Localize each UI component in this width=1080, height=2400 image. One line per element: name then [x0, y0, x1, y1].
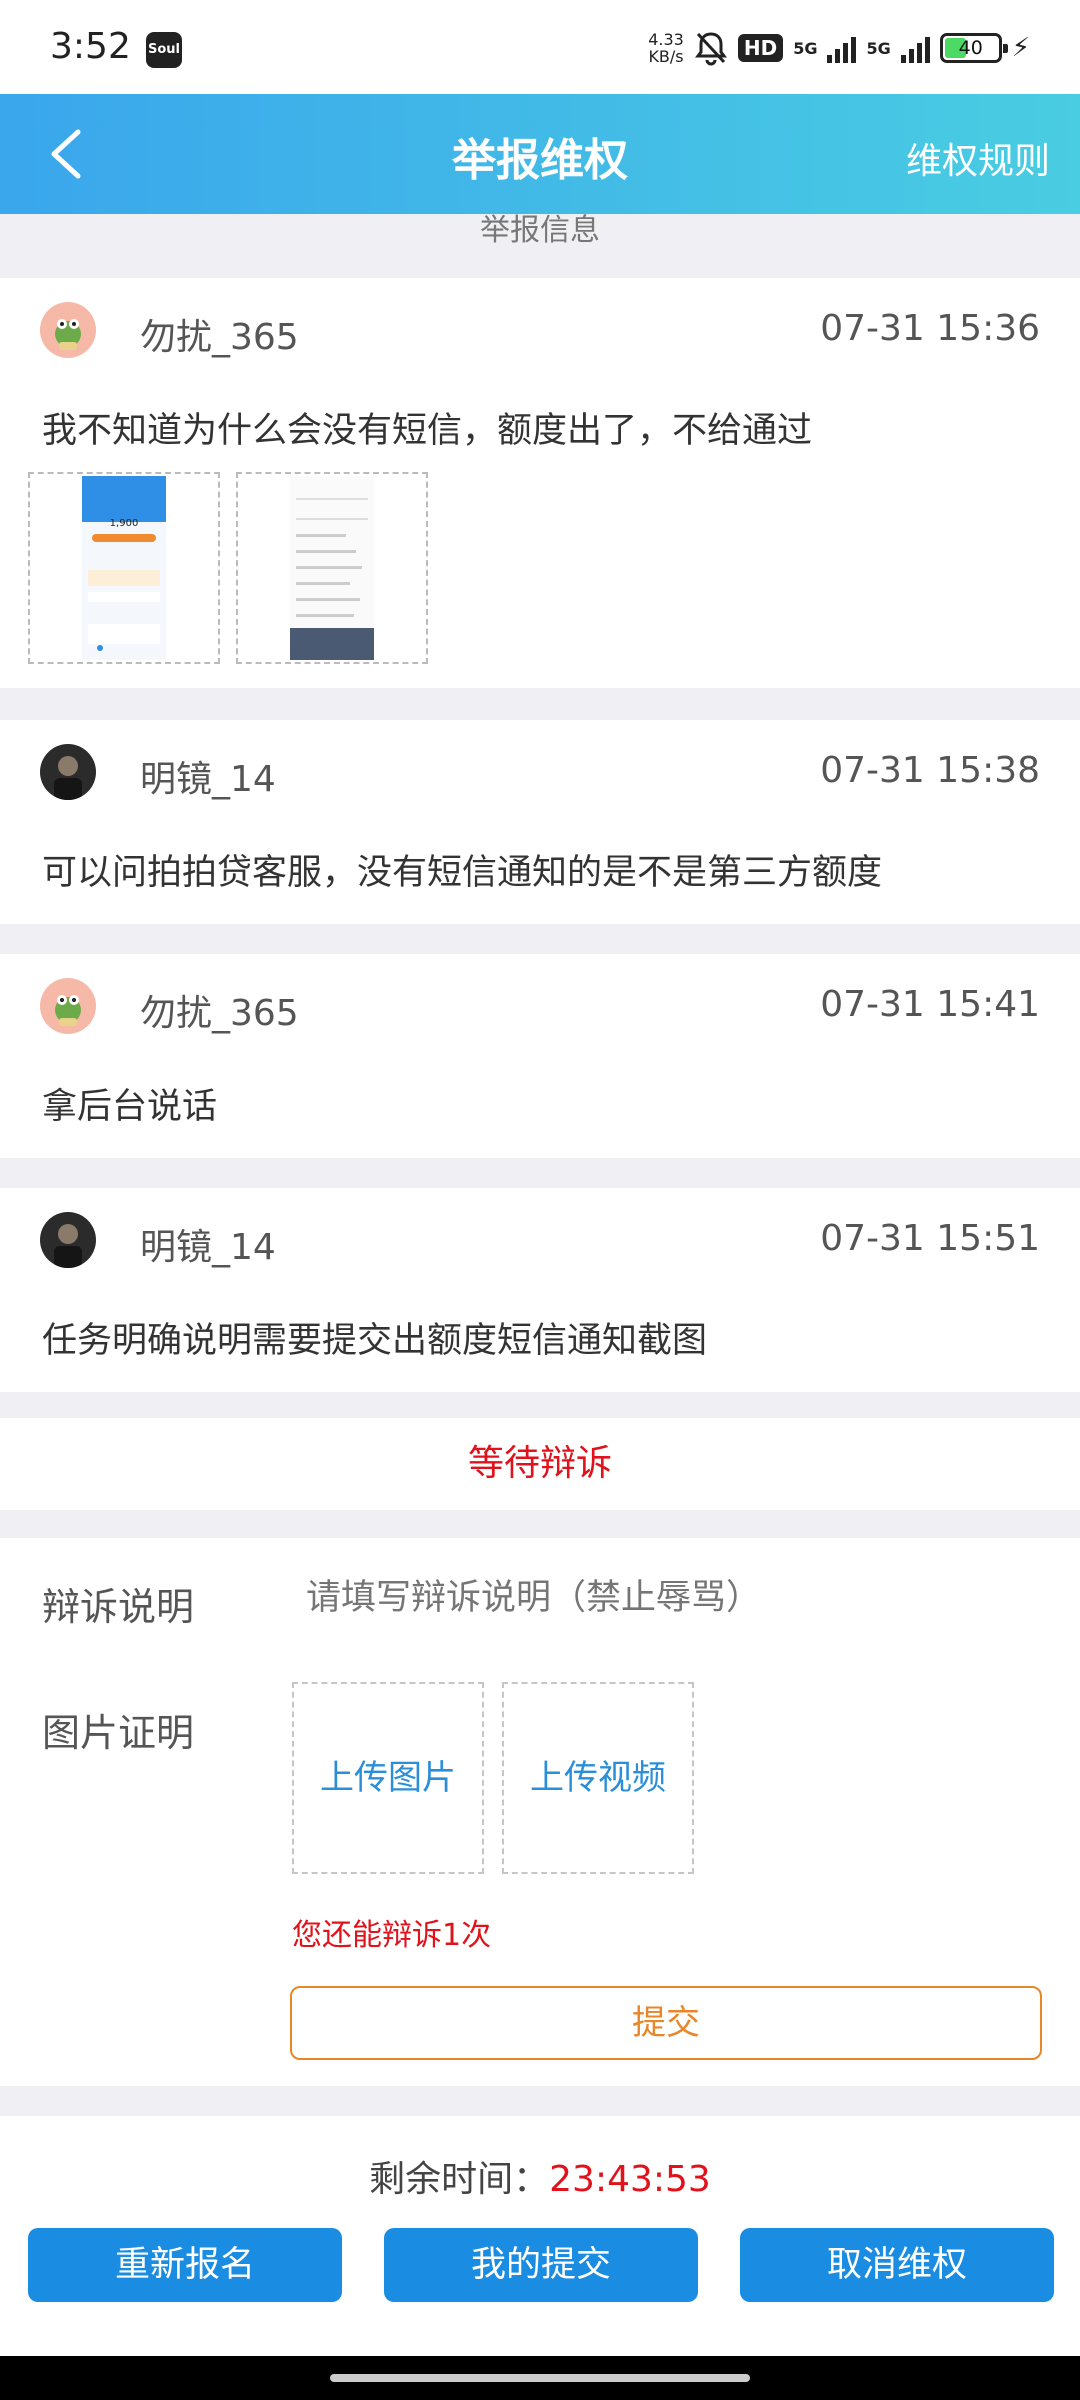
username: 勿扰_365 [140, 317, 299, 358]
my-submission-button[interactable]: 我的提交 [384, 2228, 698, 2302]
message-time: 07-31 15:38 [820, 750, 1040, 791]
signal-bars-icon-2 [900, 33, 930, 63]
message-text: 任务明确说明需要提交出额度短信通知截图 [42, 1321, 708, 1361]
username: 明镜_14 [140, 1227, 276, 1268]
soul-app-icon: Soul [146, 32, 182, 68]
upload-video-button[interactable]: 上传视频 [502, 1682, 694, 1874]
status-icons: 4.33 KB/s HD 5G 5G 40 ⚡ [648, 28, 1030, 68]
screenshot-thumbnail-2[interactable] [236, 472, 428, 664]
signal-bars-icon [827, 33, 857, 63]
message-text: 我不知道为什么会没有短信，额度出了，不给通过 [42, 411, 813, 451]
footer-actions: 剩余时间：23:43:53 重新报名 我的提交 取消维权 [0, 2116, 1080, 2356]
username: 勿扰_365 [140, 993, 299, 1034]
remaining-attempts: 您还能辩诉1次 [292, 1918, 492, 1953]
rules-link[interactable]: 维权规则 [906, 132, 1050, 184]
app-header: 举报维权 维权规则 [0, 94, 1080, 214]
status-time: 3:52 [50, 26, 131, 67]
message-text: 拿后台说话 [42, 1087, 218, 1127]
message-card: 勿扰_365 07-31 15:36 我不知道为什么会没有短信，额度出了，不给通… [0, 278, 1080, 688]
battery-icon: 40 [939, 33, 1008, 63]
appeal-input[interactable] [306, 1578, 1046, 1618]
proof-label: 图片证明 [42, 1711, 195, 1755]
frog-avatar[interactable] [40, 978, 96, 1034]
timer-value: 23:43:53 [549, 2159, 711, 2200]
cancel-claim-button[interactable]: 取消维权 [740, 2228, 1054, 2302]
message-text: 可以问拍拍贷客服，没有短信通知的是不是第三方额度 [42, 853, 883, 893]
message-card: 明镜_14 07-31 15:51 任务明确说明需要提交出额度短信通知截图 [0, 1188, 1080, 1392]
status-banner: 等待辩诉 [0, 1418, 1080, 1510]
dark-avatar[interactable] [40, 1212, 96, 1268]
dark-avatar[interactable] [40, 744, 96, 800]
section-label: 举报信息 [0, 214, 1080, 276]
username: 明镜_14 [140, 759, 276, 800]
submit-button[interactable]: 提交 [290, 1986, 1042, 2060]
upload-image-button[interactable]: 上传图片 [292, 1682, 484, 1874]
charging-icon: ⚡ [1011, 33, 1030, 63]
message-card: 勿扰_365 07-31 15:41 拿后台说话 [0, 954, 1080, 1158]
home-indicator[interactable] [330, 2374, 750, 2382]
network-type-2: 5G [866, 38, 891, 58]
message-card: 明镜_14 07-31 15:38 可以问拍拍贷客服，没有短信通知的是不是第三方… [0, 720, 1080, 924]
network-type-1: 5G [793, 38, 818, 58]
svg-text:1,900: 1,900 [110, 518, 139, 529]
status-bar: 3:52 Soul 4.33 KB/s HD 5G 5G 40 ⚡ [0, 0, 1080, 94]
frog-avatar[interactable] [40, 302, 96, 358]
message-time: 07-31 15:36 [820, 308, 1040, 349]
hd-voice-icon: HD [737, 34, 784, 62]
reapply-button[interactable]: 重新报名 [28, 2228, 342, 2302]
screenshot-thumbnail-1[interactable]: 1,900 [28, 472, 220, 664]
appeal-label: 辩诉说明 [42, 1585, 195, 1629]
countdown: 剩余时间：23:43:53 [0, 2150, 1080, 2202]
bell-muted-icon [694, 32, 727, 66]
appeal-form: 辩诉说明 图片证明 上传图片 上传视频 您还能辩诉1次 提交 [0, 1538, 1080, 2086]
battery-level: 40 [958, 37, 983, 59]
timer-label: 剩余时间： [369, 2159, 550, 2200]
network-speed: 4.33 KB/s [648, 30, 684, 66]
system-nav-bar [0, 2356, 1080, 2400]
message-time: 07-31 15:51 [820, 1218, 1040, 1259]
message-time: 07-31 15:41 [820, 984, 1040, 1025]
